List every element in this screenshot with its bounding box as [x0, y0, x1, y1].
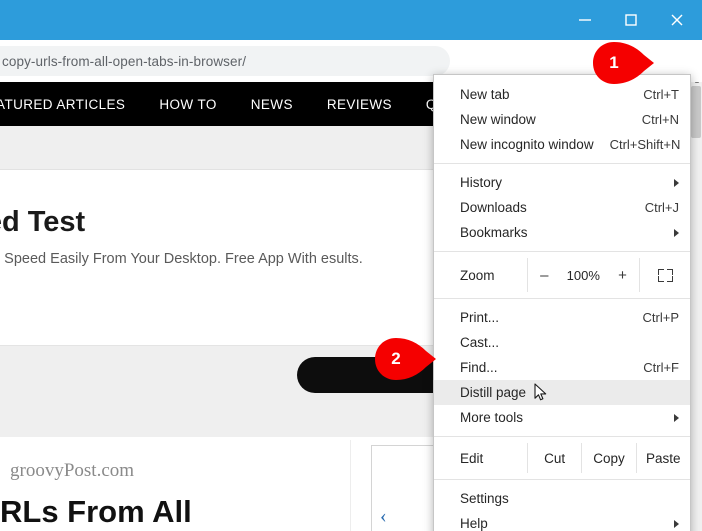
menu-item-cast[interactable]: Cast...: [434, 330, 690, 355]
menu-item-label: Cast...: [460, 335, 500, 350]
chevron-left-icon: ‹: [380, 505, 387, 527]
callout-number: 1: [609, 53, 619, 72]
menu-item-label: Bookmarks: [460, 225, 528, 240]
browser-window-screenshot: copy-urls-from-all-open-tabs-in-browser/: [0, 0, 702, 531]
menu-separator: [434, 479, 690, 480]
menu-separator: [434, 298, 690, 299]
menu-separator: [434, 163, 690, 164]
minimize-button[interactable]: [562, 0, 607, 40]
menu-item-more-tools[interactable]: More tools: [434, 405, 690, 430]
paste-button[interactable]: Paste: [635, 443, 690, 473]
menu-item-label: Find...: [460, 360, 498, 375]
submenu-arrow-icon: [674, 228, 679, 237]
menu-item-bookmarks[interactable]: Bookmarks: [434, 220, 690, 245]
menu-item-find[interactable]: Find... Ctrl+F: [434, 355, 690, 380]
fullscreen-icon: [657, 268, 673, 282]
ad-title: peed Test: [0, 206, 86, 238]
menu-item-label: More tools: [460, 410, 524, 425]
menu-item-label: New tab: [460, 87, 510, 102]
article-card: groovyPost.com RLs From All: [0, 440, 351, 531]
menu-zoom-row: Zoom – 100% +: [434, 258, 690, 292]
ad-description: Wifi Speed Easily From Your Desktop. Fre…: [0, 251, 363, 267]
menu-separator: [434, 436, 690, 437]
menu-item-print[interactable]: Print... Ctrl+P: [434, 305, 690, 330]
zoom-value: 100%: [566, 267, 600, 283]
menu-item-label: New window: [460, 112, 536, 127]
page-scrollbar-thumb[interactable]: ▲: [691, 82, 701, 138]
fullscreen-button[interactable]: [640, 258, 690, 292]
callout-marker-1: 1: [592, 41, 656, 85]
menu-item-label: Print...: [460, 310, 500, 325]
menu-edit-row: Edit Cut Copy Paste: [434, 443, 690, 473]
nav-item-how-to[interactable]: HOW TO: [159, 97, 216, 112]
nav-item-news[interactable]: NEWS: [251, 97, 293, 112]
close-button[interactable]: [654, 0, 699, 40]
menu-item-downloads[interactable]: Downloads Ctrl+J: [434, 195, 690, 220]
submenu-arrow-icon: [674, 413, 679, 422]
edit-label: Edit: [460, 450, 484, 466]
zoom-label: Zoom: [460, 267, 495, 283]
menu-item-accelerator: Ctrl+P: [642, 310, 679, 325]
menu-item-label: Help: [460, 516, 488, 531]
address-bar[interactable]: copy-urls-from-all-open-tabs-in-browser/: [0, 46, 450, 76]
callout-marker-2: 2: [374, 337, 438, 381]
maximize-button[interactable]: [608, 0, 653, 40]
article-byline: groovyPost.com: [10, 460, 135, 481]
menu-item-accelerator: Ctrl+T: [643, 87, 679, 102]
zoom-out-button[interactable]: –: [534, 267, 554, 284]
submenu-arrow-icon: [674, 178, 679, 187]
menu-item-label: History: [460, 175, 503, 190]
menu-item-history[interactable]: History: [434, 170, 690, 195]
menu-item-accelerator: Ctrl+J: [644, 200, 679, 215]
menu-item-accelerator: Ctrl+N: [641, 112, 679, 127]
menu-item-new-window[interactable]: New window Ctrl+N: [434, 107, 690, 132]
zoom-in-button[interactable]: +: [612, 267, 633, 284]
menu-separator: [434, 251, 690, 252]
menu-item-label: Distill page: [460, 385, 527, 400]
scroll-up-arrow-icon[interactable]: ▲: [691, 82, 702, 86]
menu-item-new-tab[interactable]: New tab Ctrl+T: [434, 82, 690, 107]
menu-item-new-incognito-window[interactable]: New incognito window Ctrl+Shift+N: [434, 132, 690, 157]
nav-item-featured-articles[interactable]: FEATURED ARTICLES: [0, 97, 125, 112]
menu-item-label: Downloads: [460, 200, 527, 215]
menu-item-accelerator: Ctrl+Shift+N: [609, 137, 681, 152]
chrome-main-menu: New tab Ctrl+T New window Ctrl+N New inc…: [433, 74, 691, 531]
window-titlebar: [0, 0, 702, 40]
address-bar-url: copy-urls-from-all-open-tabs-in-browser/: [2, 53, 247, 69]
submenu-arrow-icon: [674, 519, 679, 528]
callout-number: 2: [391, 349, 401, 368]
nav-item-reviews[interactable]: REVIEWS: [327, 97, 392, 112]
zoom-controls: – 100% +: [527, 258, 640, 292]
menu-item-settings[interactable]: Settings: [434, 486, 690, 511]
menu-item-accelerator: Ctrl+F: [643, 360, 679, 375]
copy-button[interactable]: Copy: [581, 443, 635, 473]
distill-page-menu-item[interactable]: Distill page: [434, 380, 690, 405]
article-headline: RLs From All: [0, 494, 192, 529]
menu-item-help[interactable]: Help: [434, 511, 690, 531]
menu-item-label: New incognito window: [460, 137, 594, 152]
menu-item-label: Settings: [460, 491, 509, 506]
cut-button[interactable]: Cut: [527, 443, 581, 473]
